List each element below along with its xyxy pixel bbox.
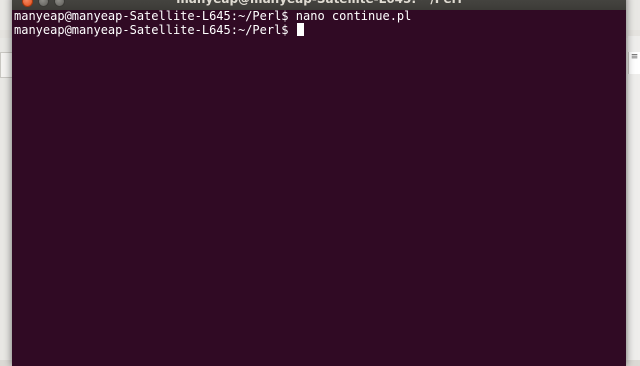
terminal-line: manyeap@manyeap-Satellite-L645:~/Perl$ n…: [14, 9, 411, 24]
shell-command: [289, 23, 296, 37]
shell-command: nano continue.pl: [288, 9, 412, 23]
terminal-window[interactable]: manyeap@manyeap-Satellite-L645: ~/Perl m…: [12, 0, 626, 366]
background-right-panel: [628, 36, 640, 360]
shell-prompt: manyeap@manyeap-Satellite-L645:~/Perl$: [14, 9, 289, 23]
terminal-scrollbar[interactable]: [622, 10, 626, 366]
background-right-menu-icon[interactable]: ≡: [628, 52, 640, 74]
terminal-output[interactable]: manyeap@manyeap-Satellite-L645:~/Perl$ n…: [12, 9, 626, 366]
shell-prompt: manyeap@manyeap-Satellite-L645:~/Perl$: [14, 23, 289, 37]
terminal-line: manyeap@manyeap-Satellite-L645:~/Perl$: [14, 23, 304, 38]
text-cursor: [296, 23, 304, 36]
